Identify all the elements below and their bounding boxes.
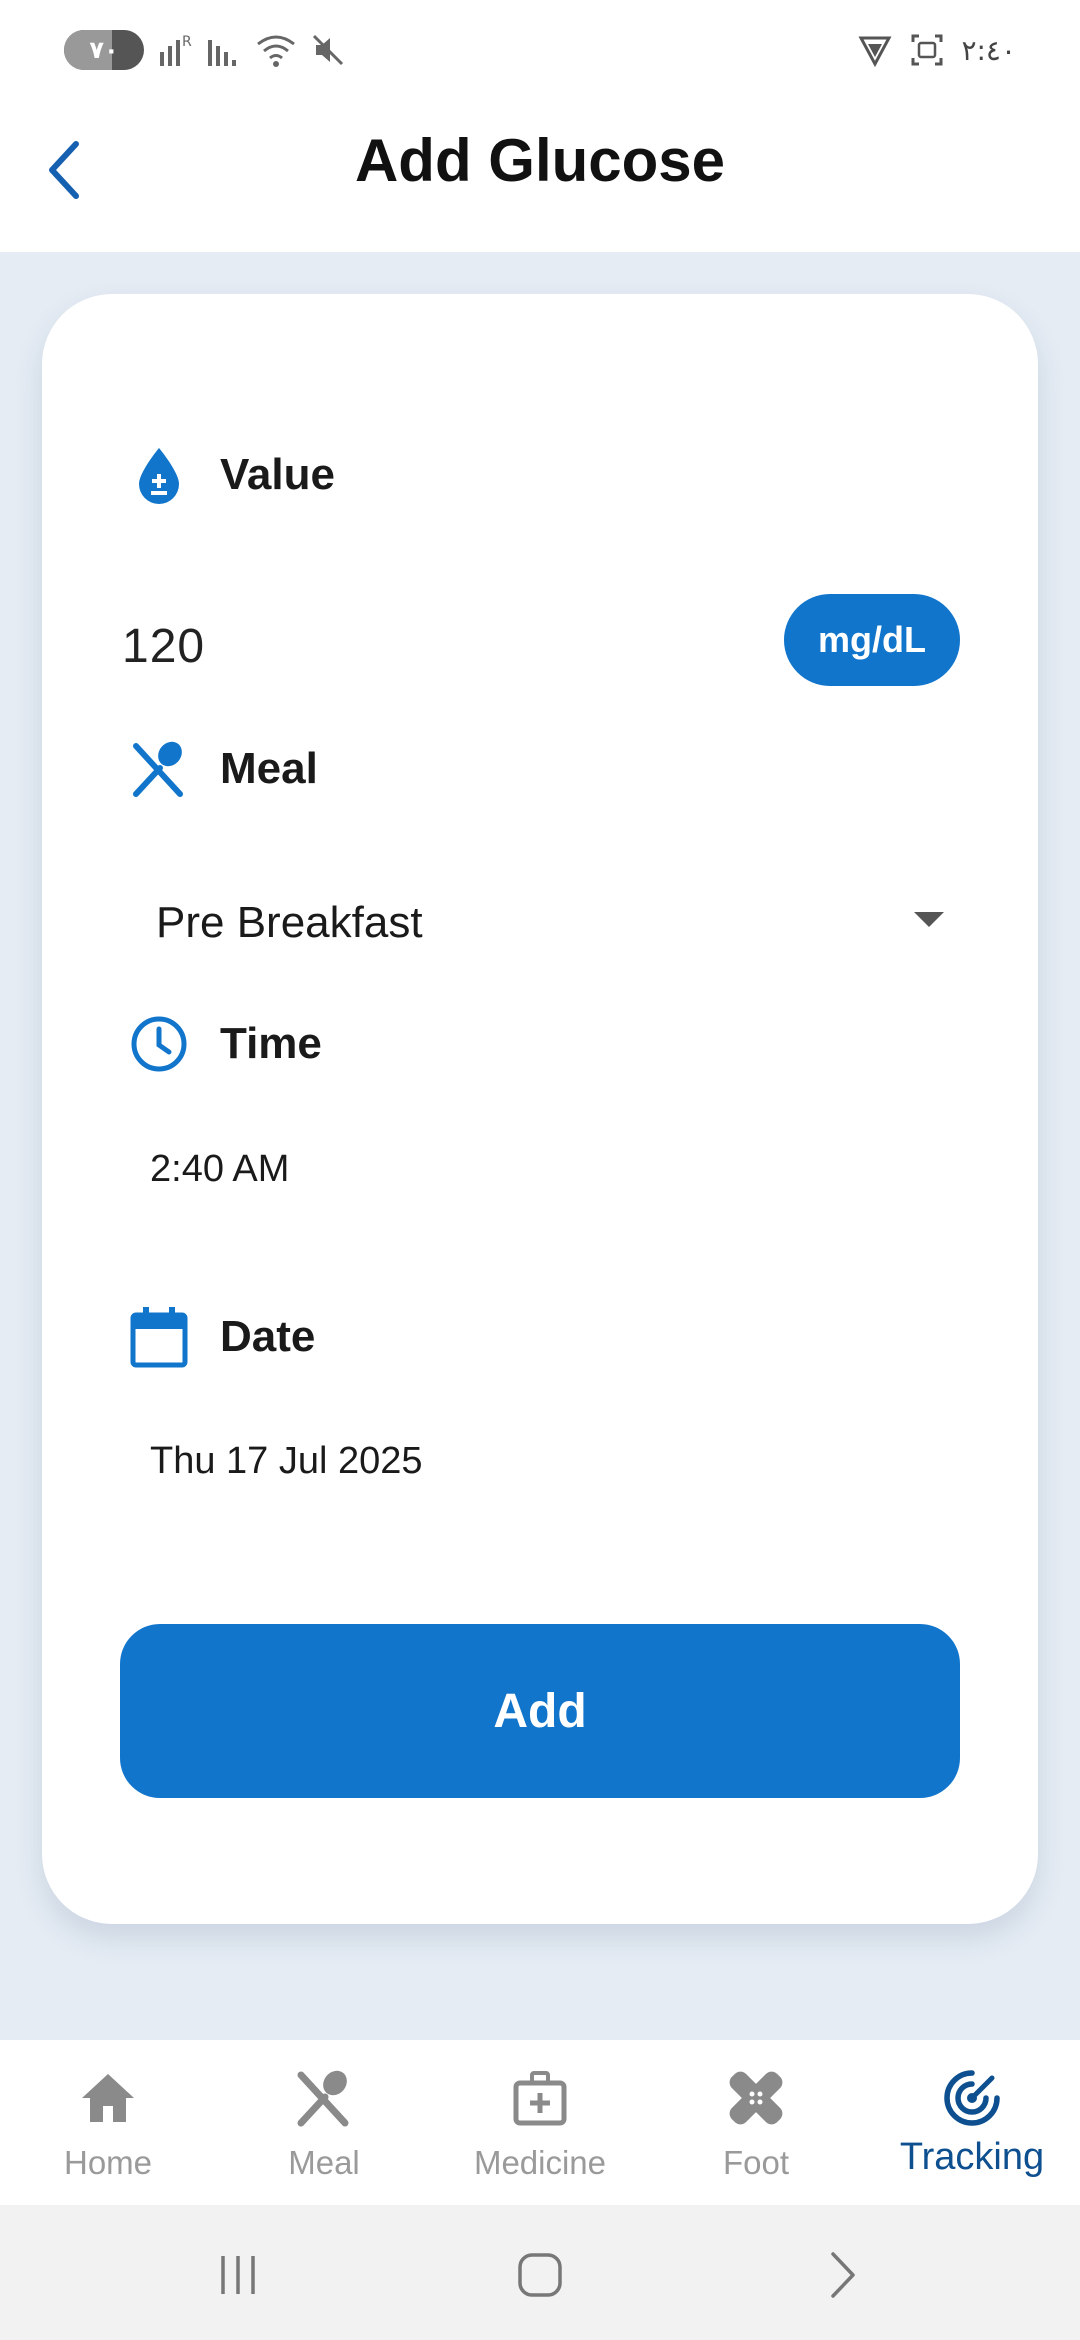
glucose-form-card: Value 120 mg/dL Meal Pre Breakfast Time … <box>42 294 1038 1924</box>
time-picker-field[interactable]: 2:40 AM <box>150 1148 289 1191</box>
meal-section-header: Meal <box>124 734 318 804</box>
nav-item-medicine[interactable]: Medicine <box>432 2040 648 2205</box>
system-navigation-bar <box>0 2205 1080 2340</box>
nav-item-meal[interactable]: Meal <box>216 2040 432 2205</box>
page-title: Add Glucose <box>354 127 726 194</box>
meal-label: Meal <box>220 744 318 793</box>
meal-dropdown[interactable]: Pre Breakfast <box>122 874 960 974</box>
signal-icon: R <box>160 34 192 66</box>
screenshot-icon <box>911 34 943 66</box>
status-time: ٢:٤٠ <box>961 33 1016 67</box>
screen: ٧٠ R ٢:٤٠ Add Glucose Value 120 mg/dL Me… <box>0 0 1080 2340</box>
blood-drop-icon <box>124 440 194 510</box>
mute-icon <box>312 34 344 66</box>
time-label: Time <box>220 1019 322 1068</box>
battery-indicator: ٧٠ <box>64 30 144 70</box>
app-header: Add Glucose <box>0 100 1080 252</box>
nav-item-home[interactable]: Home <box>0 2040 216 2205</box>
nav-label-meal: Meal <box>288 2144 360 2181</box>
chevron-right-icon <box>831 2252 855 2298</box>
home-system-button[interactable] <box>500 2235 580 2315</box>
status-icons-right: ٢:٤٠ <box>857 30 1016 70</box>
caret-down-icon <box>914 912 944 927</box>
value-label: Value <box>220 450 335 499</box>
home-icon <box>82 2074 134 2122</box>
fork-spoon-icon <box>297 2070 349 2127</box>
back-system-button[interactable] <box>802 2235 882 2315</box>
nav-label-medicine: Medicine <box>473 2144 607 2181</box>
calendar-icon <box>124 1302 194 1372</box>
glucose-value-input[interactable]: 120 <box>122 619 205 674</box>
date-picker-field[interactable]: Thu 17 Jul 2025 <box>150 1440 423 1483</box>
nav-label-foot: Foot <box>722 2144 790 2181</box>
status-icons-left: R <box>158 30 346 70</box>
time-section-header: Time <box>124 1009 322 1079</box>
value-section-header: Value <box>124 440 335 510</box>
vpn-icon <box>858 36 892 68</box>
main-content: Value 120 mg/dL Meal Pre Breakfast Time … <box>0 252 1080 2040</box>
svg-text:R: R <box>182 34 192 50</box>
nav-item-foot[interactable]: Foot <box>648 2040 864 2205</box>
wifi-icon <box>257 35 295 67</box>
nav-label-home: Home <box>63 2144 153 2181</box>
home-square-icon <box>518 2253 562 2297</box>
signal-icon-2 <box>208 40 236 66</box>
unit-toggle-button[interactable]: mg/dL <box>784 594 960 686</box>
recent-apps-icon <box>221 2256 255 2294</box>
clock-icon <box>124 1009 194 1079</box>
fork-spoon-icon <box>124 734 194 804</box>
add-button[interactable]: Add <box>120 1624 960 1798</box>
medical-kit-icon <box>513 2071 567 2126</box>
date-section-header: Date <box>124 1302 315 1372</box>
recent-apps-button[interactable] <box>198 2235 278 2315</box>
status-bar: ٧٠ R ٢:٤٠ <box>0 0 1080 100</box>
nav-item-tracking[interactable]: Tracking <box>864 2040 1080 2205</box>
battery-level: ٧٠ <box>89 36 119 64</box>
nav-label-tracking: Tracking <box>899 2136 1045 2178</box>
bandage-icon <box>729 2071 783 2125</box>
bottom-navigation: Home Meal Medicine Foot Tracking <box>0 2040 1080 2205</box>
date-label: Date <box>220 1312 316 1361</box>
tracking-target-icon <box>944 2070 1000 2126</box>
meal-dropdown-value: Pre Breakfast <box>156 898 423 947</box>
